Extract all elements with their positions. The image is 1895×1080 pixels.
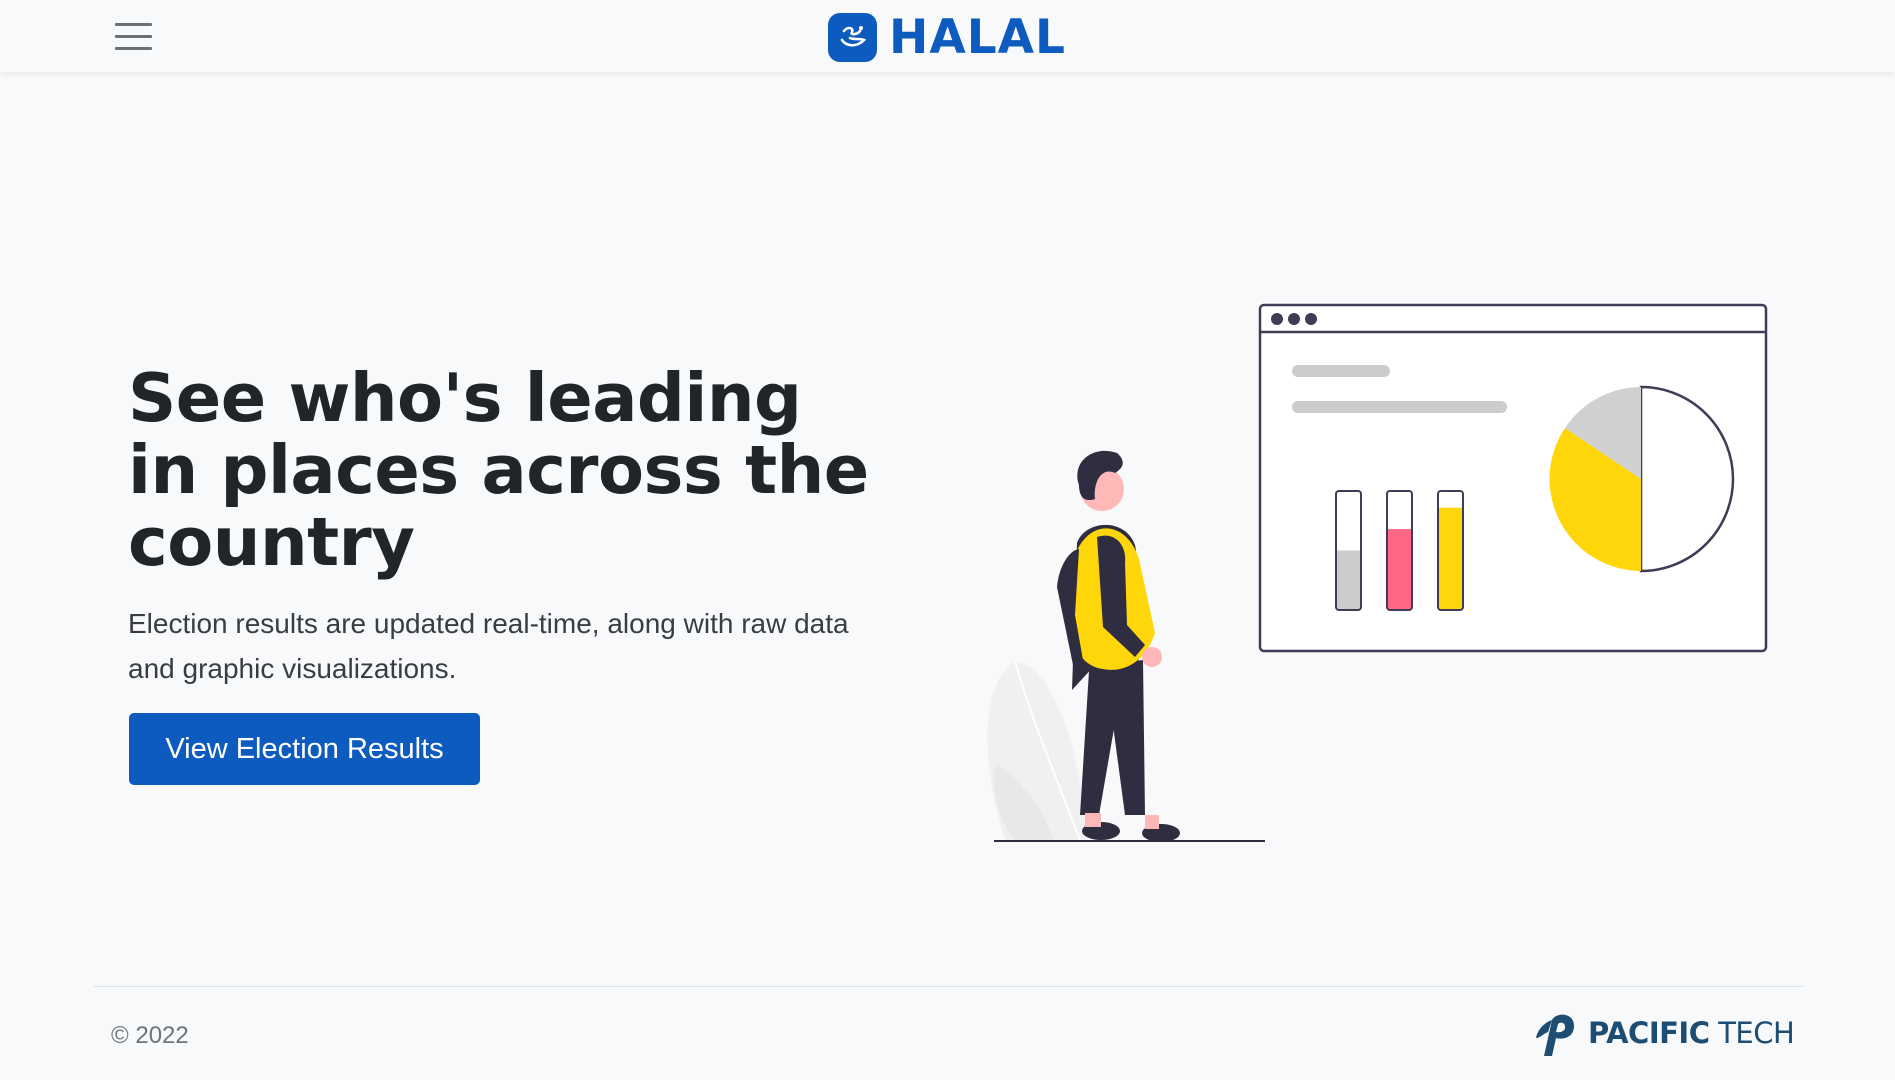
dashboard-bar-fill xyxy=(1438,507,1463,610)
person-viewing-dashboard-illustration xyxy=(987,303,1768,842)
hero-title: See who's leading in places across the c… xyxy=(128,359,869,581)
top-navbar: HALAL xyxy=(0,0,1895,72)
pacific-tech-link[interactable]: PACIFIC TECH xyxy=(1532,1008,1795,1058)
copyright-text: © 2022 xyxy=(111,1022,189,1049)
hamburger-menu-icon[interactable] xyxy=(108,16,158,56)
pacific-tech-name: PACIFIC TECH xyxy=(1588,1016,1795,1050)
pacific-tech-logo-icon xyxy=(1536,1014,1574,1056)
view-election-results-button[interactable]: View Election Results xyxy=(129,713,480,785)
plant-leaves xyxy=(987,660,1085,841)
dashboard-bar-fill xyxy=(1336,550,1361,610)
brand-name: HALAL xyxy=(889,9,1066,65)
hero-subtitle: Election results are updated real-time, … xyxy=(128,608,849,684)
dashboard-bar-fill xyxy=(1387,529,1412,610)
dashboard-pie-chart xyxy=(1549,385,1735,573)
footer-divider xyxy=(94,986,1803,987)
brand-link[interactable]: HALAL xyxy=(828,12,1066,62)
halal-logo-icon xyxy=(828,12,877,62)
